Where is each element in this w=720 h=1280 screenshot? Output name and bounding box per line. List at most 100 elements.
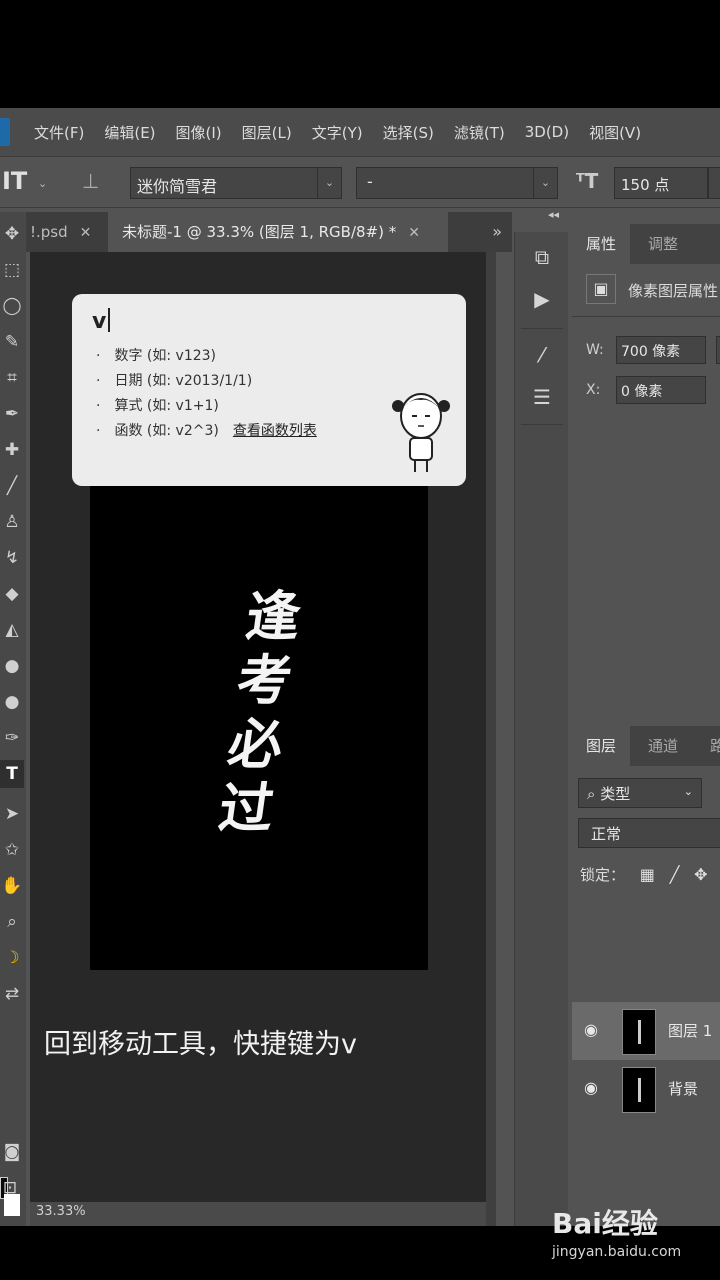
font-size-chevron-down-icon[interactable] bbox=[708, 167, 720, 199]
menu-layer[interactable]: 图层(L) bbox=[242, 122, 292, 143]
layer-row[interactable]: ◉ 图层 1 bbox=[572, 1002, 720, 1060]
photoshop-window: 文件(F) 编辑(E) 图像(I) 图层(L) 文字(Y) 选择(S) 滤镜(T… bbox=[0, 108, 720, 1226]
pen-tool-icon[interactable]: ✑ bbox=[0, 724, 24, 752]
menu-edit[interactable]: 编辑(E) bbox=[104, 122, 155, 143]
tab-label: !.psd bbox=[30, 223, 68, 241]
list-item: 算式 (如: v1+1) bbox=[96, 394, 317, 419]
tool-preset-chevron-down-icon[interactable]: ⌄ bbox=[38, 177, 47, 190]
dodge-tool-icon[interactable]: ● bbox=[0, 688, 24, 716]
layer-thumbnail bbox=[622, 1067, 656, 1113]
status-bar: 33.33% bbox=[30, 1202, 486, 1226]
panel-icon-strip: ⧉ ▶ ⁄ ☰ bbox=[514, 232, 568, 1226]
function-list-link[interactable]: 查看函数列表 bbox=[233, 423, 317, 439]
font-style-select[interactable]: - ⌄ bbox=[356, 167, 558, 199]
ime-hint-list: 数字 (如: v123) 日期 (如: v2013/1/1) 算式 (如: v1… bbox=[96, 344, 317, 444]
visibility-eye-icon[interactable]: ◉ bbox=[584, 1078, 598, 1097]
divider bbox=[572, 316, 720, 317]
tab-paths[interactable]: 路 bbox=[710, 726, 720, 766]
zoom-tool-icon[interactable]: ⌕ bbox=[0, 908, 24, 936]
menu-3d[interactable]: 3D(D) bbox=[525, 123, 569, 141]
link-dimensions-button[interactable] bbox=[716, 336, 720, 364]
text-tool-icon[interactable]: T bbox=[0, 760, 24, 788]
x-position-field[interactable]: 0 像素 bbox=[616, 376, 706, 404]
app-logo-icon bbox=[0, 118, 10, 146]
crop-tool-icon[interactable]: ⌗ bbox=[0, 364, 24, 392]
canvas-area[interactable]: 逢 考 必 过 v 数字 (如: v123) 日期 (如: v2013/1/1)… bbox=[30, 252, 486, 1202]
zoom-level[interactable]: 33.33% bbox=[36, 1204, 86, 1219]
eraser-tool-icon[interactable]: ◆ bbox=[0, 580, 24, 608]
x-label: X: bbox=[586, 382, 601, 398]
tab-channels[interactable]: 通道 bbox=[648, 726, 678, 766]
font-style-chevron-down-icon[interactable]: ⌄ bbox=[533, 168, 557, 198]
menu-filter[interactable]: 滤镜(T) bbox=[454, 122, 505, 143]
eyedropper-tool-icon[interactable]: ✒ bbox=[0, 400, 24, 428]
tab-untitled-1[interactable]: 未标题-1 @ 33.3% (图层 1, RGB/8#) * ✕ bbox=[108, 212, 448, 252]
swap-colors-icon[interactable]: ⇄ bbox=[0, 980, 24, 1008]
lock-transparency-icon[interactable]: ▦ bbox=[640, 865, 655, 884]
history-brush-tool-icon[interactable]: ↯ bbox=[0, 544, 24, 572]
calligraphy-text-layer[interactable]: 逢 考 必 过 bbox=[192, 584, 328, 840]
stamp-tool-icon[interactable]: ♙ bbox=[0, 508, 24, 536]
list-item: 日期 (如: v2013/1/1) bbox=[96, 369, 317, 394]
font-size-field[interactable]: 150 点 bbox=[614, 167, 708, 199]
options-bar: IT ⌄ ⊥ 迷你简雪君 ⌄ - ⌄ ᵀT 150 点 bbox=[0, 156, 720, 208]
font-family-chevron-down-icon[interactable]: ⌄ bbox=[317, 168, 341, 198]
banana-icon[interactable]: ☽ bbox=[0, 944, 24, 972]
tab-properties[interactable]: 属性 bbox=[572, 224, 631, 264]
ime-input-text[interactable]: v bbox=[92, 308, 111, 334]
blur-tool-icon[interactable]: ● bbox=[0, 652, 24, 680]
lasso-tool-icon[interactable]: ◯ bbox=[0, 292, 24, 320]
visibility-eye-icon[interactable]: ◉ bbox=[584, 1020, 598, 1039]
width-field[interactable]: 700 像素 bbox=[616, 336, 706, 364]
menu-select[interactable]: 选择(S) bbox=[383, 122, 434, 143]
lock-label: 锁定： bbox=[580, 866, 626, 884]
tab-adjustments[interactable]: 调整 bbox=[648, 224, 678, 264]
healing-tool-icon[interactable]: ✚ bbox=[0, 436, 24, 464]
lock-position-icon[interactable]: ✥ bbox=[694, 865, 707, 884]
font-family-select[interactable]: 迷你简雪君 ⌄ bbox=[130, 167, 342, 199]
close-icon[interactable]: ✕ bbox=[408, 225, 420, 241]
chevron-down-icon: ⌄ bbox=[683, 785, 693, 798]
document-canvas[interactable]: 逢 考 必 过 bbox=[90, 482, 428, 970]
blend-mode-select[interactable]: 正常 bbox=[578, 818, 720, 848]
properties-tabs: 属性 调整 bbox=[572, 224, 720, 264]
gradient-tool-icon[interactable]: ◭ bbox=[0, 616, 24, 644]
layers-panel: 图层 通道 路 ⌕ 类型 ⌄ 正常 锁定： ▦ ╱ ✥ ◉ 图层 1 ◉ 背景 bbox=[572, 726, 720, 1226]
quick-select-tool-icon[interactable]: ✎ bbox=[0, 328, 24, 356]
adjustment-sliders-icon[interactable]: ☰ bbox=[525, 382, 559, 412]
actions-play-icon[interactable]: ▶ bbox=[525, 284, 559, 314]
type-tool-icon[interactable]: IT bbox=[2, 167, 27, 195]
collapse-panels-icon[interactable]: ◂◂ bbox=[548, 208, 559, 221]
tab-layers[interactable]: 图层 bbox=[572, 726, 631, 766]
menu-image[interactable]: 图像(I) bbox=[176, 122, 222, 143]
brush-tool-icon[interactable]: ╱ bbox=[0, 472, 24, 500]
history-panel-icon[interactable]: ⧉ bbox=[525, 242, 559, 272]
path-select-tool-icon[interactable]: ➤ bbox=[0, 800, 24, 828]
layer-filter-select[interactable]: ⌕ 类型 ⌄ bbox=[578, 778, 702, 808]
tabs-overflow-icon[interactable]: » bbox=[492, 212, 502, 252]
menu-type[interactable]: 文字(Y) bbox=[312, 122, 363, 143]
ime-candidate-popup: v 数字 (如: v123) 日期 (如: v2013/1/1) 算式 (如: … bbox=[72, 294, 466, 486]
menu-view[interactable]: 视图(V) bbox=[589, 122, 641, 143]
properties-panel: 属性 调整 ▣ 像素图层属性 W: 700 像素 X: 0 像素 bbox=[572, 224, 720, 718]
canvas-scrollbar[interactable] bbox=[486, 252, 496, 1226]
move-tool-icon[interactable]: ✥ bbox=[0, 220, 24, 248]
close-icon[interactable]: ✕ bbox=[80, 225, 92, 241]
marquee-tool-icon[interactable]: ⬚ bbox=[0, 256, 24, 284]
menu-bar: 文件(F) 编辑(E) 图像(I) 图层(L) 文字(Y) 选择(S) 滤镜(T… bbox=[0, 108, 720, 156]
layer-row[interactable]: ◉ 背景 bbox=[572, 1060, 720, 1118]
font-size-value: 150 点 bbox=[621, 176, 670, 194]
tab-label: 未标题-1 @ 33.3% (图层 1, RGB/8#) * bbox=[122, 223, 397, 241]
brush-settings-icon[interactable]: ⁄ bbox=[525, 340, 559, 370]
menu-file[interactable]: 文件(F) bbox=[34, 122, 84, 143]
shape-tool-icon[interactable]: ✩ bbox=[0, 836, 24, 864]
screen-mode-icon[interactable]: ⊡ bbox=[0, 1174, 22, 1202]
lock-pixels-icon[interactable]: ╱ bbox=[670, 865, 680, 884]
text-orientation-icon[interactable]: ⊥ bbox=[82, 169, 99, 193]
calligraphy-char: 考 bbox=[233, 648, 296, 712]
hand-tool-icon[interactable]: ✋ bbox=[0, 872, 24, 900]
quick-mask-icon[interactable]: ◙ bbox=[0, 1138, 24, 1166]
layer-name: 图层 1 bbox=[668, 1022, 713, 1040]
tab-psd-file[interactable]: !.psd ✕ bbox=[30, 212, 91, 252]
list-item: 数字 (如: v123) bbox=[96, 344, 317, 369]
